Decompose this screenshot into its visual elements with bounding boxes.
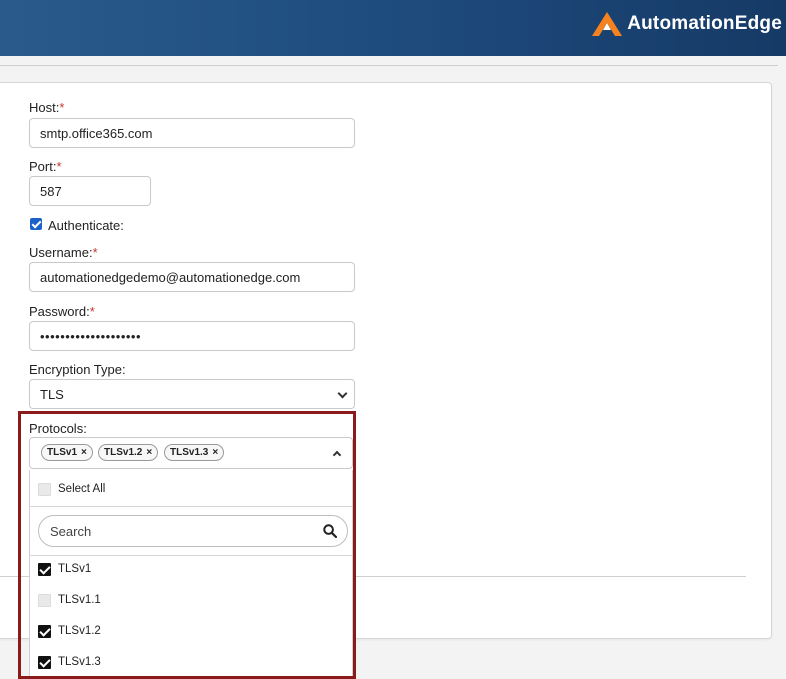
option-label-tlsv1-3[interactable]: TLSv1.3 — [58, 656, 101, 668]
protocol-tag-tlsv1-3: TLSv1.3 × — [164, 444, 225, 461]
option-checkbox-tlsv1-2[interactable] — [38, 625, 51, 638]
remove-tag-icon[interactable]: × — [212, 447, 218, 458]
chevron-down-icon — [337, 388, 348, 399]
option-checkbox-tlsv1-3[interactable] — [38, 656, 51, 669]
brand-name: AutomationEdge — [627, 13, 782, 34]
protocols-multiselect[interactable]: TLSv1 × TLSv1.2 × TLSv1.3 × — [29, 437, 353, 469]
authenticate-checkbox[interactable] — [30, 218, 42, 230]
encryption-type-value: TLS — [40, 386, 64, 402]
header-divider — [0, 65, 778, 66]
option-label-tlsv1[interactable]: TLSv1 — [58, 563, 91, 575]
port-input[interactable]: 587 — [29, 176, 151, 206]
chevron-up-icon[interactable] — [332, 450, 342, 460]
select-all-label[interactable]: Select All — [58, 483, 105, 495]
password-input[interactable]: •••••••••••••••••••• — [29, 321, 355, 351]
protocols-dropdown: Select All Search TLSv1 TLSv1.1 TLSv1.2 … — [29, 470, 353, 676]
search-icon — [323, 524, 337, 538]
encryption-type-label: Encryption Type: — [29, 362, 126, 377]
protocol-search-input[interactable]: Search — [38, 515, 348, 547]
option-label-tlsv1-2[interactable]: TLSv1.2 — [58, 625, 101, 637]
protocol-tag-tlsv1-2: TLSv1.2 × — [98, 444, 159, 461]
host-label: Host:* — [29, 100, 65, 115]
username-label: Username:* — [29, 245, 98, 260]
option-label-tlsv1-1[interactable]: TLSv1.1 — [58, 594, 101, 606]
remove-tag-icon[interactable]: × — [146, 447, 152, 458]
port-label: Port:* — [29, 159, 62, 174]
dropdown-divider — [30, 555, 352, 556]
password-label: Password:* — [29, 304, 95, 319]
top-header-bar: AutomationEdge — [0, 0, 786, 56]
option-checkbox-tlsv1-1[interactable] — [38, 594, 51, 607]
dropdown-divider — [30, 506, 352, 507]
protocols-label: Protocols: — [29, 421, 87, 436]
brand-logo: AutomationEdge — [591, 11, 782, 37]
authenticate-label: Authenticate: — [48, 218, 124, 233]
option-checkbox-tlsv1[interactable] — [38, 563, 51, 576]
protocol-tag-tlsv1: TLSv1 × — [41, 444, 93, 461]
search-placeholder: Search — [50, 524, 92, 539]
remove-tag-icon[interactable]: × — [81, 447, 87, 458]
encryption-type-select[interactable]: TLS — [29, 379, 355, 409]
select-all-checkbox[interactable] — [38, 483, 51, 496]
host-input[interactable]: smtp.office365.com — [29, 118, 355, 148]
automationedge-logo-icon — [592, 12, 623, 36]
username-input[interactable]: automationedgedemo@automationedge.com — [29, 262, 355, 292]
